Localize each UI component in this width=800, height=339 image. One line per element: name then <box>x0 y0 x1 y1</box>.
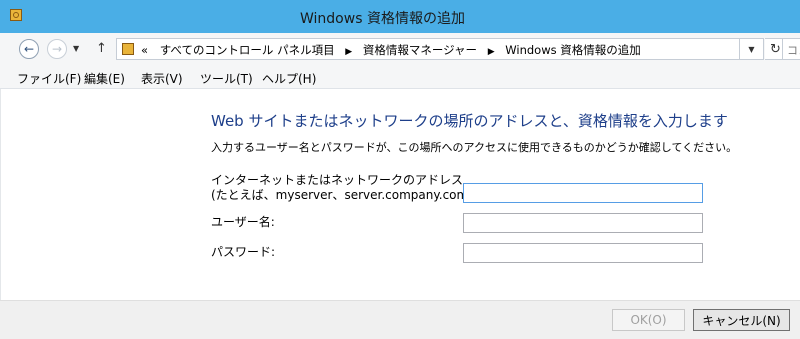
breadcrumb-add-credential[interactable]: Windows 資格情報の追加 <box>505 43 641 57</box>
username-label: ユーザー名: <box>211 215 275 229</box>
control-panel-icon <box>122 43 134 55</box>
breadcrumb-separator-icon[interactable]: ▶ <box>345 47 352 57</box>
navigation-bar: ← → ▼ ↑ « すべてのコントロール パネル項目 ▶ 資格情報マネージャー … <box>0 33 800 66</box>
menu-view[interactable]: 表示(V) <box>141 70 183 87</box>
chevron-down-icon: ▼ <box>73 44 80 53</box>
up-button[interactable]: ↑ <box>96 41 107 56</box>
breadcrumb-all-items[interactable]: すべてのコントロール パネル項目 <box>160 43 335 57</box>
address-label: インターネットまたはネットワークのアドレス (たとえば、myserver、ser… <box>211 173 477 203</box>
address-history-button[interactable]: ▼ <box>740 38 764 60</box>
control-panel-icon <box>10 9 22 21</box>
username-input[interactable] <box>463 213 703 233</box>
menu-edit[interactable]: 編集(E) <box>84 70 125 87</box>
forward-button[interactable]: → <box>47 39 67 59</box>
address-label-line1: インターネットまたはネットワークのアドレス <box>211 173 464 187</box>
menu-tools[interactable]: ツール(T) <box>200 70 253 87</box>
breadcrumb-separator-icon[interactable]: ▶ <box>488 47 495 57</box>
search-input[interactable]: コントロール パネルの検索 <box>782 38 800 60</box>
password-label: パスワード: <box>211 245 276 259</box>
page-description: 入力するユーザー名とパスワードが、この場所へのアクセスに使用できるものかどうか確… <box>211 141 738 154</box>
back-arrow-icon: ← <box>23 42 35 56</box>
network-address-input[interactable] <box>463 183 703 203</box>
menu-help[interactable]: ヘルプ(H) <box>262 70 316 87</box>
address-bar[interactable]: « すべてのコントロール パネル項目 ▶ 資格情報マネージャー ▶ Window… <box>116 38 740 60</box>
back-button[interactable]: ← <box>19 39 39 59</box>
menu-bar: ファイル(F) 編集(E) 表示(V) ツール(T) ヘルプ(H) <box>0 66 800 89</box>
chevron-down-icon: ▼ <box>748 44 755 54</box>
refresh-icon: ↻ <box>770 41 781 57</box>
password-input[interactable] <box>463 243 703 263</box>
window-title: Windows 資格情報の追加 <box>300 11 465 27</box>
breadcrumb-credential-manager[interactable]: 資格情報マネージャー <box>363 43 477 57</box>
address-overflow[interactable]: « <box>141 43 148 57</box>
recent-locations-button[interactable]: ▼ <box>73 44 79 53</box>
ok-button[interactable]: OK(O) <box>612 309 685 331</box>
menu-file[interactable]: ファイル(F) <box>17 70 81 87</box>
up-arrow-icon: ↑ <box>96 41 107 56</box>
cancel-button[interactable]: キャンセル(N) <box>693 309 790 331</box>
page-title: Web サイトまたはネットワークの場所のアドレスと、資格情報を入力します <box>211 112 728 130</box>
forward-arrow-icon: → <box>51 42 63 56</box>
address-label-line2: (たとえば、myserver、server.company.com): <box>211 188 477 202</box>
title-bar[interactable]: Windows 資格情報の追加 <box>0 0 800 33</box>
